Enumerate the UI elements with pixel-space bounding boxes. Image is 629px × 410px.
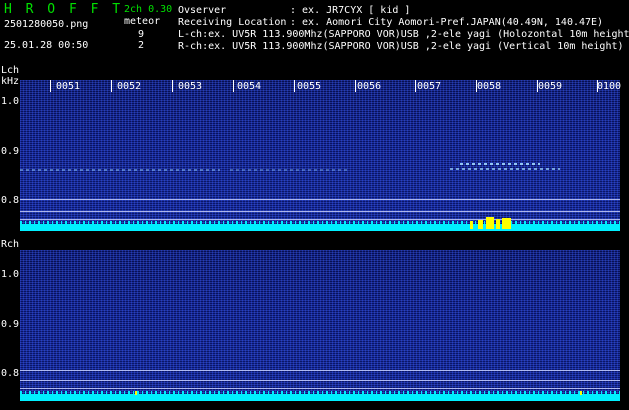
datetime-label: 25.01.28 00:50 — [4, 40, 89, 51]
time-tick — [111, 80, 112, 92]
lch-ytick-1: 1.0 — [1, 96, 20, 107]
meteor-label: meteor — [124, 16, 161, 27]
lch-unit-label: kHz — [1, 76, 20, 87]
location-value: : ex. Aomori City Aomori-Pref.JAPAN(40.4… — [290, 17, 604, 28]
lch-meteor-echo — [502, 218, 511, 229]
rch-spectrogram — [20, 250, 620, 401]
lch-meteor-trace-2 — [450, 168, 560, 170]
lch-ytick-2: 0.9 — [1, 146, 20, 157]
lch-carrier-trace — [20, 169, 220, 171]
time-tick — [172, 80, 173, 92]
time-label-0053: 0053 — [178, 81, 203, 92]
rch-meteor-echo — [580, 391, 582, 395]
rch-ytick-3: 0.8 — [1, 368, 20, 379]
observer-label: Ovserver — [178, 5, 227, 16]
lch-info: L-ch:ex. UV5R 113.900Mhz(SAPPORO VOR)USB… — [178, 29, 629, 40]
time-tick — [415, 80, 416, 92]
app-logo: H R O F F T — [4, 2, 124, 17]
rch-info: R-ch:ex. UV5R 113.900Mhz(SAPPORO VOR)USB… — [178, 41, 624, 52]
time-label-0059: 0059 — [538, 81, 563, 92]
rch-noise-band — [20, 391, 620, 401]
lch-carrier-trace-2 — [230, 169, 350, 171]
time-label-0052: 0052 — [117, 81, 142, 92]
lch-meteor-echo — [478, 220, 483, 229]
lch-noise-band — [20, 221, 620, 231]
time-tick — [233, 80, 234, 92]
time-label-0058: 0058 — [477, 81, 502, 92]
time-label-0057: 0057 — [417, 81, 442, 92]
lch-meteor-echo — [486, 217, 494, 229]
rch-grid-line — [20, 370, 620, 371]
lch-ytick-3: 0.8 — [1, 195, 20, 206]
time-tick — [50, 80, 51, 92]
rch-ytick-1: 1.0 — [1, 269, 20, 280]
time-tick — [294, 80, 295, 92]
observer-value: : ex. JR7CYX [ kid ] — [290, 5, 411, 16]
time-label-0100: 0100 — [597, 81, 622, 92]
time-tick — [355, 80, 356, 92]
version-label: 2ch 0.30 — [124, 4, 173, 15]
lch-channel-label: Lch — [1, 65, 20, 76]
rch-meteor-echo — [135, 391, 137, 395]
time-label-0051: 0051 — [56, 81, 81, 92]
filename-label: 2501280050.png — [4, 19, 89, 30]
time-label-0055: 0055 — [297, 81, 322, 92]
rch-grid-line — [20, 380, 620, 381]
lch-grid-line — [20, 199, 620, 200]
location-label: Receiving Location — [178, 17, 287, 28]
lch-meteor-trace — [460, 163, 540, 165]
meteor-count-rch: 2 — [138, 40, 145, 51]
time-label-0054: 0054 — [237, 81, 262, 92]
lch-meteor-echo — [470, 221, 473, 229]
lch-meteor-echo — [496, 219, 500, 229]
rch-channel-label: Rch — [1, 239, 20, 250]
lch-grid-line — [20, 219, 620, 220]
lch-grid-line — [20, 211, 620, 212]
rch-ytick-2: 0.9 — [1, 319, 20, 330]
rch-grid-line — [20, 388, 620, 389]
lch-spectrogram — [20, 80, 620, 231]
time-label-0056: 0056 — [357, 81, 382, 92]
